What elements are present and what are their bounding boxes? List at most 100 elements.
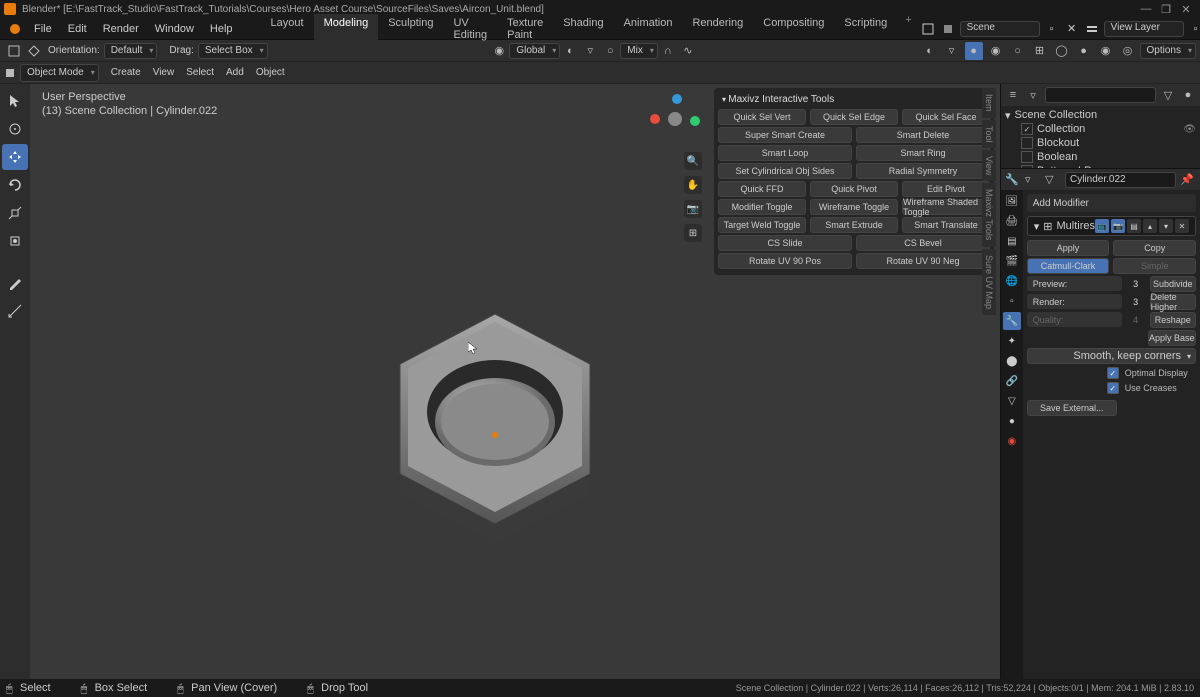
- modifier-multires[interactable]: ▾ ⊞ Multires 📺 📷 ▤ ▴ ▾ ✕: [1027, 216, 1196, 236]
- tool-annotate[interactable]: [2, 270, 28, 296]
- viewlayer-icon[interactable]: [1084, 21, 1100, 37]
- tool-rotate[interactable]: [2, 172, 28, 198]
- tab-compositing[interactable]: Compositing: [753, 14, 834, 44]
- btn-edit-pivot[interactable]: Edit Pivot: [902, 181, 990, 197]
- orientation-dropdown[interactable]: Default: [104, 43, 158, 59]
- btn-quick-sel-vert[interactable]: Quick Sel Vert: [718, 109, 806, 125]
- btn-apply-base[interactable]: Apply Base: [1148, 330, 1196, 346]
- menu-select[interactable]: Select: [180, 67, 220, 78]
- outliner-display-icon[interactable]: ▿: [1025, 87, 1041, 103]
- btn-smart-delete[interactable]: Smart Delete: [856, 127, 990, 143]
- props-type-icon[interactable]: 🔧: [1005, 173, 1021, 186]
- btn-smart-ring[interactable]: Smart Ring: [856, 145, 990, 161]
- smooth-dropdown[interactable]: Smooth, keep corners ▾: [1027, 348, 1196, 364]
- mode-dropdown[interactable]: Object Mode: [20, 64, 99, 82]
- tab-shading[interactable]: Shading: [553, 14, 613, 44]
- falloff-icon[interactable]: ∩: [659, 42, 677, 60]
- tool-select[interactable]: [2, 88, 28, 114]
- btn-quick-sel-face[interactable]: Quick Sel Face: [902, 109, 990, 125]
- tab-sculpting[interactable]: Sculpting: [378, 14, 443, 44]
- boolean-checkbox[interactable]: [1021, 151, 1033, 163]
- btn-quick-ffd[interactable]: Quick FFD: [718, 181, 806, 197]
- camera-icon[interactable]: 📷: [684, 200, 702, 218]
- ptab-viewlayer[interactable]: ▤: [1003, 232, 1021, 250]
- curve-icon[interactable]: ∿: [679, 42, 697, 60]
- shading-material-icon[interactable]: ◉: [987, 42, 1005, 60]
- mod-show-render[interactable]: 📷: [1111, 219, 1125, 233]
- shading-solid-icon[interactable]: ●: [965, 42, 983, 60]
- props-pin-icon[interactable]: ▿: [1025, 173, 1041, 186]
- ptab-world[interactable]: 🌐: [1003, 272, 1021, 290]
- tab-view[interactable]: View: [982, 150, 996, 181]
- tab-maxivz[interactable]: Maxivz Tools: [982, 183, 996, 246]
- mode-icon[interactable]: [4, 67, 20, 79]
- gizmo-y-axis[interactable]: [690, 116, 700, 126]
- mod-show-edit[interactable]: ▤: [1127, 219, 1141, 233]
- ptab-output[interactable]: 🖨: [1003, 212, 1021, 230]
- tab-texture-paint[interactable]: Texture Paint: [497, 14, 553, 44]
- shading-rendered-icon[interactable]: ○: [1009, 42, 1027, 60]
- tool-measure[interactable]: [2, 298, 28, 324]
- scene-name-input[interactable]: Scene: [960, 21, 1040, 37]
- menu-help[interactable]: Help: [202, 23, 241, 35]
- blender-icon[interactable]: [4, 22, 26, 36]
- btn-copy[interactable]: Copy: [1113, 240, 1196, 256]
- menu-create[interactable]: Create: [105, 67, 147, 78]
- menu-file[interactable]: File: [26, 23, 60, 35]
- ptab-texture[interactable]: ◉: [1003, 432, 1021, 450]
- viewlayer-new-icon[interactable]: ▫: [1188, 21, 1200, 37]
- btn-set-cyl-sides[interactable]: Set Cylindrical Obj Sides: [718, 163, 852, 179]
- btn-wireframe-shaded[interactable]: Wireframe Shaded Toggle: [902, 199, 990, 215]
- mod-delete[interactable]: ✕: [1175, 219, 1189, 233]
- scene-new-icon[interactable]: ▫: [1044, 21, 1060, 37]
- gizmo-icon[interactable]: [25, 42, 43, 60]
- menu-window[interactable]: Window: [147, 23, 202, 35]
- btn-quick-sel-edge[interactable]: Quick Sel Edge: [810, 109, 898, 125]
- pan-icon[interactable]: ✋: [684, 176, 702, 194]
- mod-show-viewport[interactable]: 📺: [1095, 219, 1109, 233]
- tab-layout[interactable]: Layout: [261, 14, 314, 44]
- tab-sure-uv[interactable]: Sure UV Map: [982, 249, 996, 315]
- gizmo-z-axis[interactable]: [672, 94, 682, 104]
- btn-reshape[interactable]: Reshape: [1150, 312, 1196, 328]
- menu-edit[interactable]: Edit: [60, 23, 95, 35]
- outliner-item-boolean[interactable]: Boolean: [1005, 150, 1196, 164]
- tab-scripting[interactable]: Scripting: [834, 14, 897, 44]
- ptab-physics[interactable]: ⬤: [1003, 352, 1021, 370]
- snap-icon[interactable]: ◐: [561, 42, 579, 60]
- btn-super-smart-create[interactable]: Super Smart Create: [718, 127, 852, 143]
- options-dropdown[interactable]: Options: [1140, 43, 1196, 59]
- ptab-scene[interactable]: 🎬: [1003, 252, 1021, 270]
- btn-target-weld[interactable]: Target Weld Toggle: [718, 217, 806, 233]
- label-render[interactable]: Render:: [1027, 294, 1122, 309]
- outliner-filter-icon[interactable]: ▽: [1160, 87, 1176, 103]
- ptab-material[interactable]: ●: [1003, 412, 1021, 430]
- nav-gizmo[interactable]: [650, 94, 700, 144]
- ptab-particles[interactable]: ✦: [1003, 332, 1021, 350]
- tool-scale[interactable]: [2, 200, 28, 226]
- tab-item[interactable]: Item: [982, 88, 996, 118]
- close-button[interactable]: ✕: [1176, 3, 1196, 16]
- btn-catmull-clark[interactable]: Catmull-Clark: [1027, 258, 1110, 274]
- btn-smart-loop[interactable]: Smart Loop: [718, 145, 852, 161]
- shade2-icon[interactable]: ●: [1075, 42, 1093, 60]
- gizmo-x-axis[interactable]: [650, 114, 660, 124]
- ptab-object[interactable]: ▫: [1003, 292, 1021, 310]
- menu-object[interactable]: Object: [250, 67, 291, 78]
- menu-add[interactable]: Add: [220, 67, 250, 78]
- maximize-button[interactable]: ❐: [1156, 3, 1176, 16]
- add-modifier-dropdown[interactable]: Add Modifier: [1027, 194, 1196, 212]
- outliner-new-icon[interactable]: ●: [1180, 87, 1196, 103]
- shade3-icon[interactable]: ◉: [1097, 42, 1115, 60]
- proportional-icon[interactable]: ○: [601, 42, 619, 60]
- outliner-scene-collection[interactable]: ▾ Scene Collection: [1005, 108, 1196, 122]
- mix-dropdown[interactable]: Mix: [620, 43, 658, 59]
- viewlayer-name-input[interactable]: View Layer: [1104, 21, 1184, 37]
- mod-move-up[interactable]: ▴: [1143, 219, 1157, 233]
- overlay-toggle-icon[interactable]: ◐: [921, 42, 939, 60]
- collection-vis-icon[interactable]: 👁: [1183, 124, 1196, 135]
- overlay-icon[interactable]: ⊞: [1031, 42, 1049, 60]
- tab-uv-editing[interactable]: UV Editing: [443, 14, 497, 44]
- tool-cursor[interactable]: [2, 116, 28, 142]
- tab-rendering[interactable]: Rendering: [682, 14, 753, 44]
